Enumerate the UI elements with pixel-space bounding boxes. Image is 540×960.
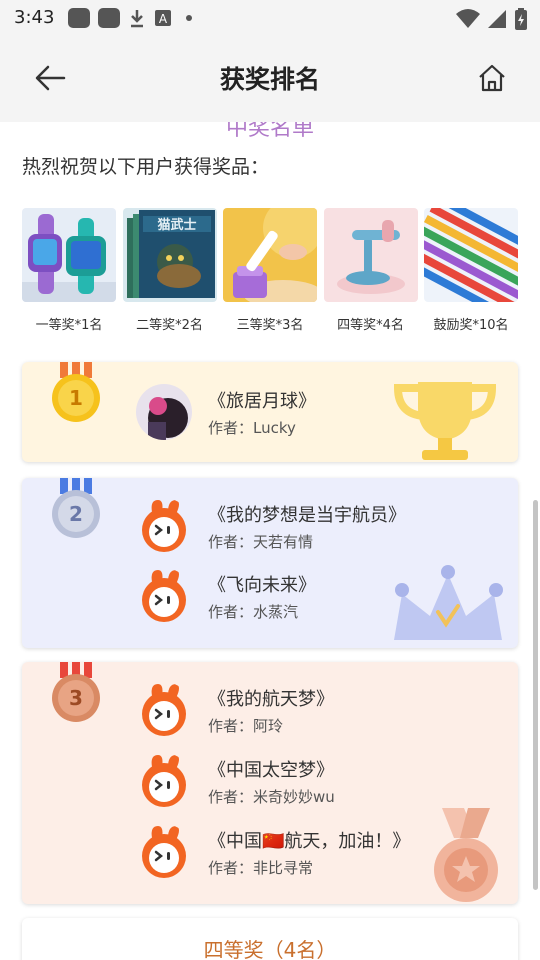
prize-label: 三等奖*3名 — [236, 318, 304, 333]
winner-entry[interactable]: 《飞向未来》 作者：水蒸汽 — [136, 566, 316, 626]
page-title: 获奖排名 — [219, 65, 320, 94]
status-notifications: A — [68, 8, 192, 28]
congrats-text: 热烈祝贺以下用户获得奖品： — [22, 156, 270, 178]
entry-title: 《中国太空梦》 — [208, 759, 334, 781]
avatar — [136, 753, 192, 809]
status-bar: 3:43 A — [0, 0, 540, 36]
prize-item[interactable]: 鼓励奖*10名 — [424, 208, 518, 333]
font-icon: A — [155, 10, 171, 26]
reading-pen-image — [223, 208, 317, 302]
winner-entry[interactable]: 《我的航天梦》 作者：阿玲 — [136, 680, 334, 740]
prize-label: 一等奖*1名 — [35, 318, 103, 333]
home-button[interactable] — [474, 60, 510, 96]
gold-medal-icon: 1 — [52, 362, 100, 422]
battery-icon — [515, 8, 527, 30]
silver-medal-icon: 2 — [52, 478, 100, 538]
avatar — [136, 384, 192, 440]
crown-icon — [394, 565, 503, 640]
wifi-icon — [456, 9, 480, 28]
prize-item[interactable]: 一等奖*1名 — [22, 208, 116, 333]
entry-author: 作者：水蒸汽 — [208, 602, 299, 621]
section-heading: 中奖名单 — [225, 122, 314, 141]
entry-title: 《我的梦想是当宇航员》 — [208, 504, 406, 526]
bronze-medal-deco-icon — [434, 808, 498, 902]
prize-label: 四等奖*4名 — [337, 318, 404, 333]
smartwatch-image — [22, 208, 116, 302]
svg-text:3: 3 — [69, 686, 83, 710]
entry-title: 《飞向未来》 — [208, 574, 316, 596]
entry-title: 《我的航天梦》 — [208, 688, 334, 710]
notification-icon — [98, 8, 120, 28]
app-header: 获奖排名 — [0, 36, 540, 122]
prize-label: 鼓励奖*10名 — [433, 318, 509, 333]
book-set-image: 猫武士 — [122, 208, 217, 302]
prize-item[interactable]: 三等奖*3名 — [223, 208, 317, 333]
prize-list: 一等奖*1名 猫武士 二等奖*2名 三等奖*3名 四等奖*4名 鼓励奖*10名 — [22, 208, 518, 333]
trophy-icon — [393, 382, 497, 460]
home-icon — [479, 64, 505, 92]
third-prize-card: 3 《我的航天梦》 作者：阿玲 《中国太空梦》 作者：米奇妙妙wu 《中国🇨🇳航… — [22, 662, 518, 904]
winner-entry[interactable]: 《我的梦想是当宇航员》 作者：天若有情 — [136, 496, 406, 556]
svg-text:猫武士: 猫武士 — [157, 217, 196, 233]
prize-item[interactable]: 猫武士 二等奖*2名 — [122, 208, 217, 333]
status-system-icons — [456, 8, 528, 30]
entry-title: 《中国🇨🇳航天，加油！》 — [208, 830, 411, 852]
winner-entry[interactable]: 《中国太空梦》 作者：米奇妙妙wu — [136, 751, 335, 811]
entry-title: 《旅居月球》 — [208, 390, 316, 412]
prize-item[interactable]: 四等奖*4名 — [323, 208, 418, 333]
desk-lamp-image — [323, 208, 418, 302]
avatar — [136, 824, 192, 880]
fourth-prize-title: 四等奖（4名） — [203, 938, 337, 960]
signal-icon — [488, 10, 506, 28]
svg-text:A: A — [159, 12, 168, 26]
first-prize-card: 1 《旅居月球》 作者：Lucky — [22, 362, 518, 462]
content-area[interactable]: 中奖名单 热烈祝贺以下用户获得奖品： 一等奖*1名 猫武士 二等奖*2名 三等奖… — [0, 122, 540, 960]
scrollbar[interactable] — [533, 500, 538, 890]
fourth-prize-card: 四等奖（4名） — [22, 918, 518, 960]
svg-text:2: 2 — [69, 502, 83, 526]
status-time: 3:43 — [14, 7, 55, 28]
avatar — [136, 568, 192, 624]
bronze-medal-icon: 3 — [52, 662, 100, 722]
entry-author: 作者：米奇妙妙wu — [208, 787, 335, 806]
second-prize-card: 2 《我的梦想是当宇航员》 作者：天若有情 《飞向未来》 作者：水蒸汽 — [22, 478, 518, 648]
pencils-image — [424, 208, 518, 302]
prize-label: 二等奖*2名 — [136, 318, 203, 333]
entry-author: 作者：Lucky — [208, 418, 296, 437]
winner-entry[interactable]: 《旅居月球》 作者：Lucky — [136, 382, 316, 442]
svg-text:1: 1 — [69, 386, 83, 410]
winner-entry[interactable]: 《中国🇨🇳航天，加油！》 作者：非比寻常 — [136, 822, 410, 882]
entry-author: 作者：阿玲 — [208, 716, 284, 735]
dot-icon — [186, 15, 192, 21]
entry-author: 作者：非比寻常 — [208, 858, 314, 877]
avatar — [136, 682, 192, 738]
download-icon — [131, 10, 143, 28]
notification-icon — [68, 8, 90, 28]
avatar — [136, 498, 192, 554]
entry-author: 作者：天若有情 — [208, 532, 314, 551]
